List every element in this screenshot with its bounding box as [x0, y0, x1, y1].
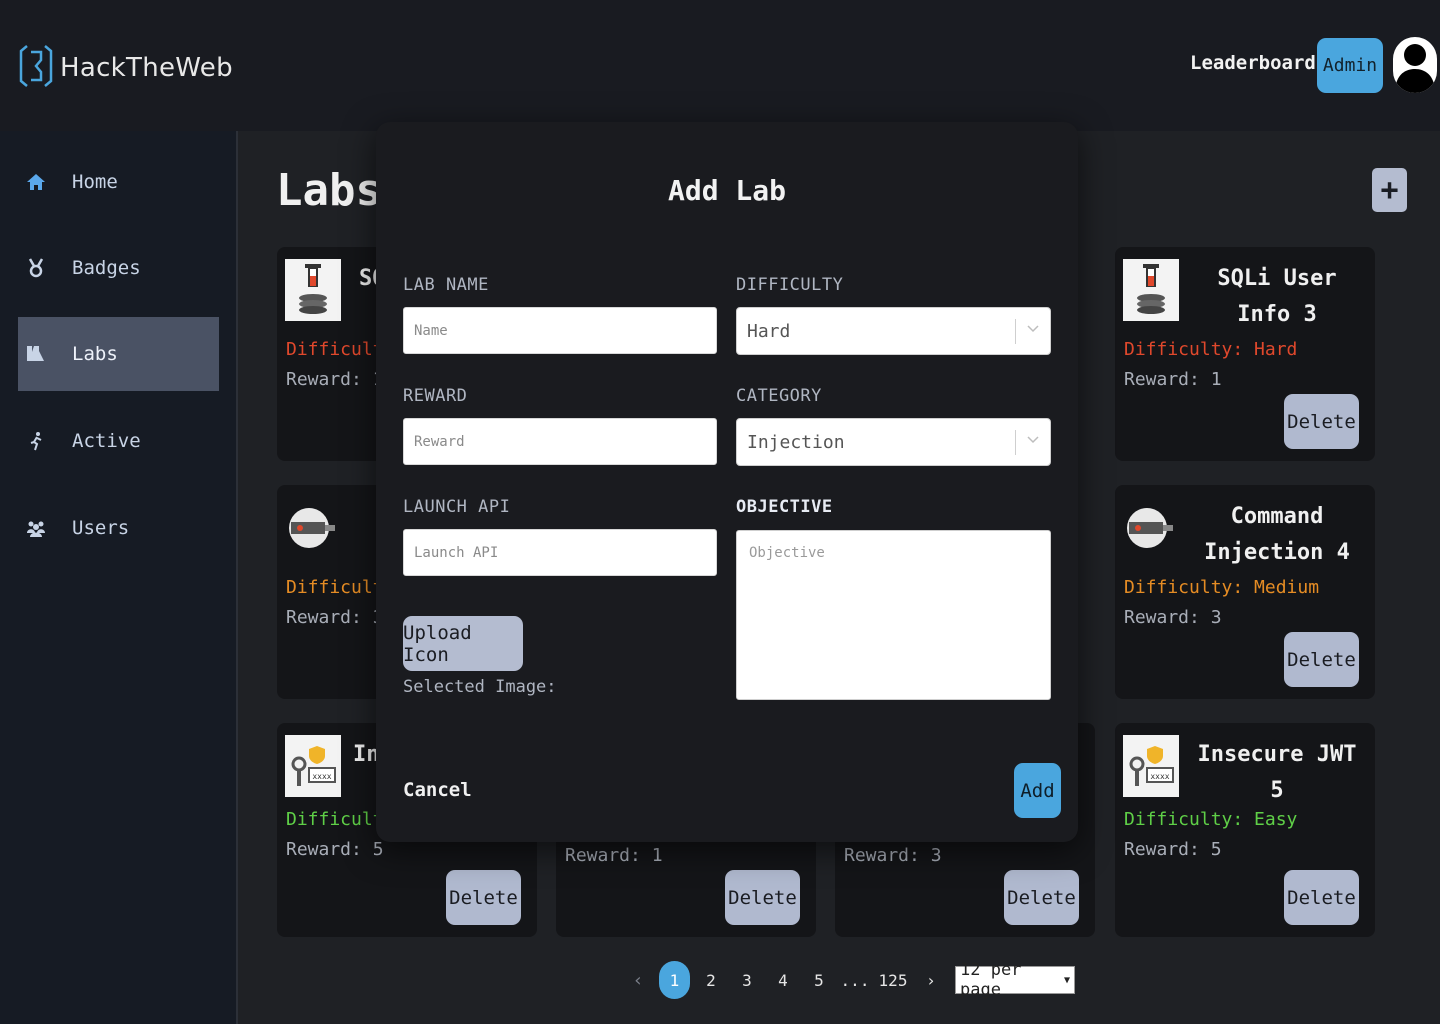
objective-textarea[interactable]: Objective [736, 530, 1051, 700]
flask-icon [26, 344, 46, 364]
add-button[interactable]: Add [1014, 763, 1061, 818]
page-button[interactable]: 4 [765, 971, 801, 990]
lab-reward: Reward: 1 [1124, 369, 1222, 390]
launch-api-placeholder: Launch API [414, 544, 499, 561]
add-lab-button[interactable]: + [1372, 168, 1407, 212]
pagination: ‹ 1 2 3 4 5 ... 125 › 12 per page ▼ [620, 960, 1075, 1000]
admin-button[interactable]: Admin [1317, 38, 1383, 93]
page-title: Labs [276, 165, 382, 216]
sidebar-item-badges[interactable]: Badges [18, 231, 219, 305]
objective-placeholder: Objective [749, 545, 825, 561]
svg-text:xxxx: xxxx [312, 772, 331, 781]
chevron-down-icon [1027, 322, 1039, 336]
leaderboard-link[interactable]: Leaderboard [1190, 52, 1316, 74]
reward-input[interactable]: Reward [403, 418, 717, 465]
lab-reward: Reward: 1 [286, 369, 384, 390]
svg-text:xxxx: xxxx [1150, 772, 1169, 781]
sidebar-item-label: Active [72, 430, 141, 452]
delete-button[interactable]: Delete [1284, 632, 1359, 687]
lab-reward: Reward: 5 [286, 839, 384, 860]
lab-reward: Reward: 5 [1124, 839, 1222, 860]
lab-reward: Reward: 3 [286, 607, 384, 628]
delete-button[interactable]: Delete [1284, 394, 1359, 449]
cancel-button[interactable]: Cancel [403, 779, 472, 801]
command-injection-icon [285, 497, 341, 559]
per-page-select[interactable]: 12 per page ▼ [955, 960, 1075, 1000]
lab-name-placeholder: Name [414, 322, 448, 339]
lab-card: xxxx Insecure JWT 5 Difficulty: Easy Rew… [1115, 723, 1375, 937]
category-select[interactable]: Injection [736, 418, 1051, 466]
sidebar-item-labs[interactable]: Labs [18, 317, 219, 391]
chevron-down-icon [1027, 433, 1039, 447]
lab-card: Command Injection 4 Difficulty: Medium R… [1115, 485, 1375, 699]
lab-difficulty: Difficulty: Medium [1124, 577, 1320, 598]
page-button[interactable]: 125 [873, 971, 913, 990]
jwt-key-icon: xxxx [285, 735, 341, 797]
difficulty-value: Hard [747, 320, 791, 342]
sql-injection-icon [1123, 259, 1179, 321]
prev-page-button[interactable]: ‹ [620, 970, 656, 991]
sidebar-item-users[interactable]: Users [18, 491, 219, 565]
lab-title: Command Injection 4 [1204, 504, 1350, 565]
page-button[interactable]: 2 [693, 971, 729, 990]
category-value: Injection [747, 431, 845, 453]
home-icon [26, 172, 46, 192]
category-label: CATEGORY [736, 386, 822, 406]
sidebar-item-label: Home [72, 171, 118, 193]
lab-reward: Reward: 1 [565, 845, 663, 866]
command-injection-icon [1123, 497, 1179, 559]
lab-title: Insecure JWT 5 [1197, 742, 1357, 803]
logo-icon [18, 40, 54, 96]
sidebar-item-home[interactable]: Home [18, 145, 219, 219]
difficulty-label: DIFFICULTY [736, 275, 844, 295]
delete-button[interactable]: Delete [1284, 870, 1359, 925]
add-lab-modal: Add Lab LAB NAME Name DIFFICULTY Hard RE… [376, 122, 1078, 842]
reward-placeholder: Reward [414, 433, 465, 450]
page-button[interactable]: 5 [801, 971, 837, 990]
upload-icon-button[interactable]: Upload Icon [403, 616, 523, 671]
difficulty-select[interactable]: Hard [736, 307, 1051, 355]
sidebar: Home Badges Labs Active Users [0, 131, 238, 1024]
modal-title: Add Lab [667, 174, 786, 207]
users-icon [26, 518, 46, 538]
app-name: HackTheWeb [60, 53, 233, 83]
page-button[interactable]: 3 [729, 971, 765, 990]
lab-reward: Reward: 3 [844, 845, 942, 866]
sql-injection-icon [285, 259, 341, 321]
sidebar-item-label: Badges [72, 257, 141, 279]
lab-title: SQLi User Info 3 [1217, 266, 1337, 327]
avatar[interactable] [1393, 37, 1437, 93]
delete-button[interactable]: Delete [446, 870, 521, 925]
delete-button[interactable]: Delete [1004, 870, 1079, 925]
per-page-value: 12 per page [960, 960, 1022, 1000]
selected-image-text: Selected Image: [403, 677, 557, 697]
select-divider [1015, 319, 1016, 344]
launch-api-input[interactable]: Launch API [403, 529, 717, 576]
sidebar-item-active[interactable]: Active [18, 404, 219, 478]
page-button[interactable]: 1 [659, 961, 690, 999]
lab-reward: Reward: 3 [1124, 607, 1222, 628]
delete-button[interactable]: Delete [725, 870, 800, 925]
app-logo[interactable]: HackTheWeb [18, 40, 233, 96]
badge-icon [26, 258, 46, 278]
next-page-button[interactable]: › [913, 971, 949, 990]
select-divider [1015, 430, 1016, 455]
chevron-down-icon: ▼ [1063, 974, 1070, 986]
launch-api-label: LAUNCH API [403, 497, 511, 517]
top-navbar: HackTheWeb Leaderboard Admin [0, 0, 1440, 131]
jwt-key-icon: xxxx [1123, 735, 1179, 797]
running-icon [26, 431, 46, 451]
lab-name-label: LAB NAME [403, 275, 489, 295]
lab-difficulty: Difficulty: Easy [1124, 809, 1298, 830]
page-ellipsis: ... [840, 970, 870, 990]
objective-label: OBJECTIVE [736, 497, 833, 517]
sidebar-item-label: Labs [72, 343, 118, 365]
reward-label: REWARD [403, 386, 468, 406]
lab-difficulty: Difficulty: Hard [1124, 339, 1298, 360]
lab-card: SQLi User Info 3 Difficulty: Hard Reward… [1115, 247, 1375, 461]
sidebar-item-label: Users [72, 517, 130, 539]
lab-name-input[interactable]: Name [403, 307, 717, 354]
